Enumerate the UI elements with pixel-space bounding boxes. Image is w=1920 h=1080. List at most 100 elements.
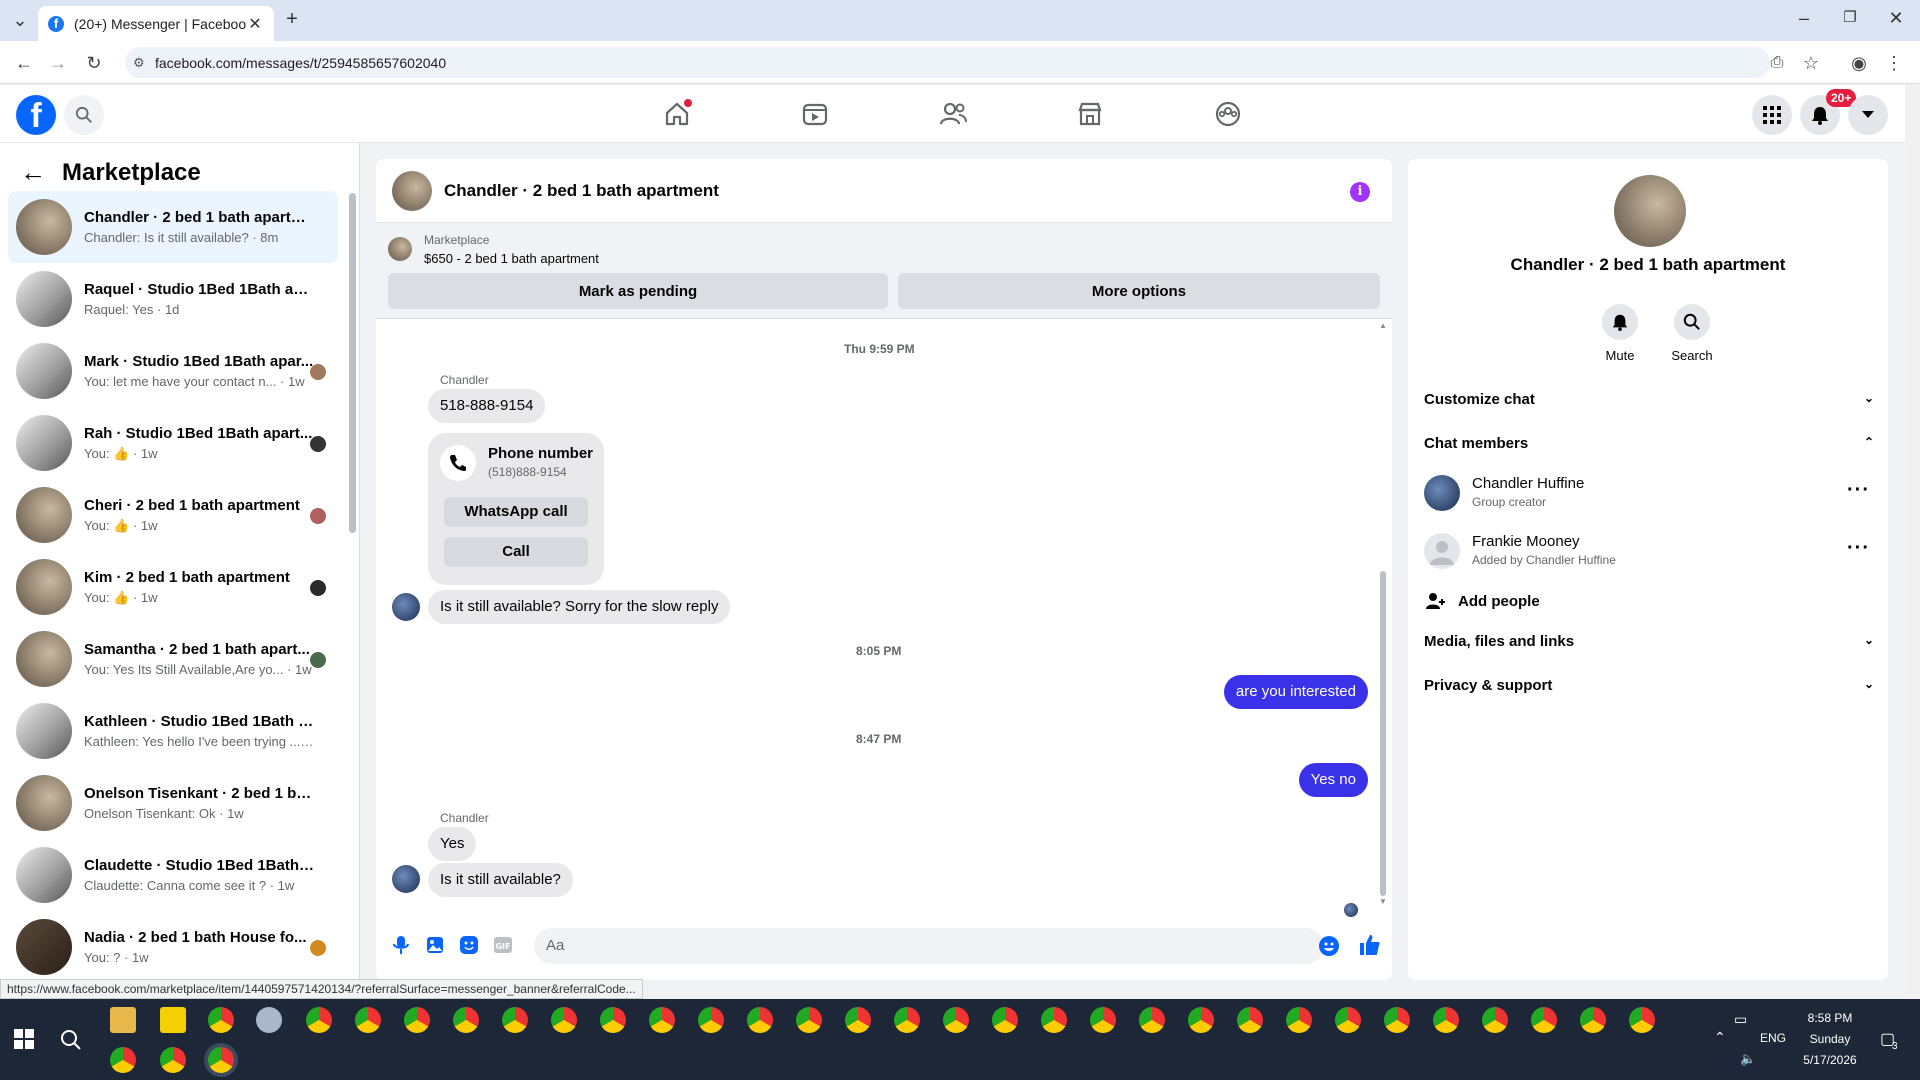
thumbs-up-icon[interactable] bbox=[1358, 933, 1380, 955]
chrome-profile-icon[interactable] bbox=[1041, 1007, 1067, 1033]
more-icon[interactable]: ··· bbox=[1847, 537, 1870, 560]
chrome-profile-icon[interactable] bbox=[160, 1047, 186, 1073]
conversation-item[interactable]: Rah · Studio 1Bed 1Bath apart... You: 👍 ·… bbox=[8, 407, 338, 479]
taskbar-search-icon[interactable] bbox=[60, 1029, 82, 1051]
chrome-profile-icon[interactable] bbox=[1139, 1007, 1165, 1033]
tab-close-icon[interactable]: ✕ bbox=[246, 14, 264, 34]
close-window-icon[interactable]: ✕ bbox=[1886, 8, 1906, 29]
video-nav-icon[interactable] bbox=[800, 99, 830, 129]
whatsapp-call-button[interactable]: WhatsApp call bbox=[444, 497, 588, 527]
chrome-profile-icon[interactable] bbox=[698, 1007, 724, 1033]
customize-chat-section[interactable]: Customize chat ⌄ bbox=[1424, 391, 1874, 408]
chrome-profile-icon[interactable] bbox=[1580, 1007, 1606, 1033]
chrome-profile-icon[interactable] bbox=[1384, 1007, 1410, 1033]
site-info-icon[interactable]: ⚙ bbox=[133, 55, 145, 71]
reload-icon[interactable]: ↻ bbox=[82, 51, 106, 75]
network-icon[interactable]: ▭ bbox=[1734, 1011, 1747, 1028]
chrome-profile-icon[interactable] bbox=[1482, 1007, 1508, 1033]
browser-menu-icon[interactable]: ⋮ bbox=[1882, 51, 1906, 75]
facebook-logo-icon[interactable]: f bbox=[16, 95, 56, 135]
chrome-profile-icon[interactable] bbox=[747, 1007, 773, 1033]
chrome-icon[interactable] bbox=[208, 1007, 234, 1033]
media-files-section[interactable]: Media, files and links ⌄ bbox=[1424, 633, 1874, 650]
conversation-item[interactable]: Raquel · Studio 1Bed 1Bath apart... Raque… bbox=[8, 263, 338, 335]
search-button[interactable] bbox=[64, 95, 104, 135]
privacy-support-section[interactable]: Privacy & support ⌄ bbox=[1424, 677, 1874, 694]
call-button[interactable]: Call bbox=[444, 537, 588, 567]
chat-title[interactable]: Chandler · 2 bed 1 bath apartment bbox=[444, 181, 719, 201]
minimize-icon[interactable]: – bbox=[1794, 8, 1814, 29]
message-bubble[interactable]: 518-888-9154 bbox=[428, 389, 546, 423]
listing-thumbnail[interactable] bbox=[388, 237, 412, 261]
sender-avatar[interactable] bbox=[392, 865, 420, 893]
bookmark-star-icon[interactable]: ☆ bbox=[1799, 51, 1823, 75]
back-arrow-icon[interactable]: ← bbox=[20, 157, 46, 188]
message-bubble[interactable]: Is it still available? Sorry for the slo… bbox=[428, 590, 731, 624]
conversation-item[interactable]: Claudette · Studio 1Bed 1Bath ap... Claud… bbox=[8, 839, 338, 911]
conversation-item[interactable]: Nadia · 2 bed 1 bath House fo... You: ? ·… bbox=[8, 911, 338, 983]
tray-overflow-icon[interactable]: ⌃ bbox=[1714, 1029, 1726, 1046]
restore-icon[interactable]: ❐ bbox=[1840, 8, 1860, 26]
groups-nav-icon[interactable] bbox=[1213, 99, 1243, 129]
chrome-profile-icon[interactable] bbox=[1629, 1007, 1655, 1033]
info-icon[interactable]: i bbox=[1350, 182, 1370, 202]
chrome-profile-icon[interactable] bbox=[894, 1007, 920, 1033]
sender-avatar[interactable] bbox=[392, 593, 420, 621]
message-bubble[interactable]: Yes bbox=[428, 827, 477, 861]
volume-icon[interactable]: 🔈 bbox=[1740, 1051, 1756, 1067]
member-row[interactable]: Chandler Huffine Group creator ··· bbox=[1424, 469, 1874, 517]
chrome-profile-icon[interactable] bbox=[943, 1007, 969, 1033]
chrome-profile-icon[interactable] bbox=[110, 1047, 136, 1073]
back-icon[interactable]: ← bbox=[12, 51, 36, 75]
chrome-profile-icon[interactable] bbox=[1531, 1007, 1557, 1033]
clock-date[interactable]: 5/17/2026 bbox=[1796, 1053, 1864, 1067]
sticky-notes-icon[interactable] bbox=[160, 1007, 186, 1033]
forward-icon[interactable]: → bbox=[46, 51, 70, 75]
chrome-profile-icon[interactable] bbox=[502, 1007, 528, 1033]
sidebar-scrollbar[interactable] bbox=[349, 193, 356, 533]
page-scrollbar[interactable] bbox=[1906, 85, 1920, 995]
chrome-profile-icon[interactable] bbox=[551, 1007, 577, 1033]
search-conversation-button[interactable]: Search bbox=[1662, 304, 1722, 363]
conversation-item[interactable]: Chandler · 2 bed 1 bath apartment Chandle… bbox=[8, 191, 338, 263]
conversation-item[interactable]: Onelson Tisenkant · 2 bed 1 bat... Onelso… bbox=[8, 767, 338, 839]
tab-list-icon[interactable]: ⌄ bbox=[10, 10, 30, 31]
file-explorer-icon[interactable] bbox=[110, 1007, 136, 1033]
chrome-profile-icon[interactable] bbox=[1433, 1007, 1459, 1033]
account-button[interactable] bbox=[1848, 95, 1888, 135]
browser-tab[interactable]: f (20+) Messenger | Facebook ✕ bbox=[38, 6, 274, 41]
chrome-profile-icon[interactable] bbox=[1090, 1007, 1116, 1033]
photo-icon[interactable] bbox=[424, 934, 446, 956]
message-bubble[interactable]: Is it still available? bbox=[428, 863, 573, 897]
chat-scrollbar[interactable]: ▲ ▼ bbox=[1379, 321, 1387, 907]
emoji-icon[interactable] bbox=[1318, 935, 1340, 957]
chat-avatar[interactable] bbox=[392, 170, 432, 211]
details-avatar[interactable] bbox=[1614, 175, 1686, 247]
chrome-profile-icon[interactable] bbox=[600, 1007, 626, 1033]
microphone-icon[interactable] bbox=[390, 934, 412, 956]
chrome-profile-icon[interactable] bbox=[1286, 1007, 1312, 1033]
marketplace-nav-icon[interactable] bbox=[1075, 99, 1105, 129]
my-message-bubble[interactable]: are you interested bbox=[1223, 675, 1368, 709]
conversation-item[interactable]: Kim · 2 bed 1 bath apartment You: 👍 · 1w bbox=[8, 551, 338, 623]
clock-time[interactable]: 8:58 PM bbox=[1800, 1011, 1860, 1025]
sticker-icon[interactable] bbox=[458, 934, 480, 956]
chrome-profile-icon[interactable] bbox=[453, 1007, 479, 1033]
home-nav-icon[interactable] bbox=[662, 99, 692, 129]
scroll-thumb[interactable] bbox=[1380, 571, 1386, 896]
gif-icon[interactable]: GIF bbox=[492, 934, 514, 956]
chrome-profile-icon[interactable] bbox=[796, 1007, 822, 1033]
chrome-profile-icon[interactable] bbox=[404, 1007, 430, 1033]
chrome-profile-icon[interactable] bbox=[1237, 1007, 1263, 1033]
conversation-item[interactable]: Kathleen · Studio 1Bed 1Bath ap... Kathle… bbox=[8, 695, 338, 767]
more-options-button[interactable]: More options bbox=[898, 273, 1380, 309]
chrome-profile-icon[interactable] bbox=[1188, 1007, 1214, 1033]
clock-day[interactable]: Sunday bbox=[1800, 1032, 1860, 1046]
scroll-up-icon[interactable]: ▲ bbox=[1379, 321, 1387, 330]
chrome-profile-icon[interactable] bbox=[1335, 1007, 1361, 1033]
chrome-profile-icon[interactable] bbox=[355, 1007, 381, 1033]
member-row[interactable]: Frankie Mooney Added by Chandler Huffine… bbox=[1424, 527, 1874, 575]
more-icon[interactable]: ··· bbox=[1847, 479, 1870, 502]
new-tab-icon[interactable]: + bbox=[282, 8, 302, 31]
chrome-profile-icon[interactable] bbox=[845, 1007, 871, 1033]
